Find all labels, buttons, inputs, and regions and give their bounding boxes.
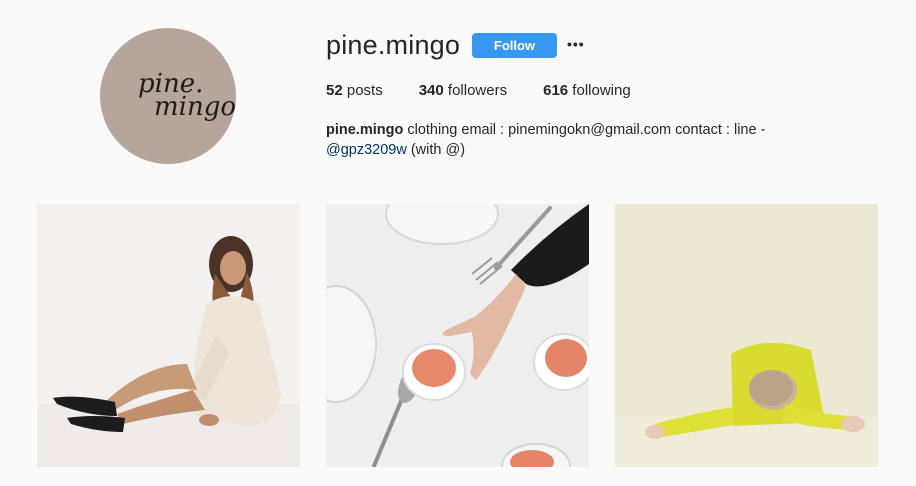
post-thumbnail-2[interactable] — [326, 204, 589, 467]
profile-avatar[interactable]: pine. mingo — [100, 28, 236, 164]
profile-bio: pine.mingo clothing email : pinemingokn@… — [326, 120, 806, 160]
post-thumbnail-3[interactable] — [615, 204, 878, 467]
follow-button[interactable]: Follow — [472, 33, 557, 58]
yellow-sweater-photo — [615, 204, 878, 467]
bio-handle-link[interactable]: @gpz3209w — [326, 142, 407, 158]
posts-stat: 52 posts — [326, 82, 383, 99]
post-thumbnail-1[interactable] — [37, 204, 300, 467]
followers-stat[interactable]: 340 followers — [419, 82, 507, 99]
tea-cups-table-photo — [326, 204, 589, 467]
following-stat[interactable]: 616 following — [543, 82, 631, 99]
bio-name: pine.mingo — [326, 122, 404, 138]
woman-sitting-photo — [37, 204, 300, 467]
profile-stats: 52 posts 340 followers 616 following — [326, 82, 667, 99]
avatar-logo: pine. mingo — [138, 69, 237, 122]
bio-text: clothing email : pinemingokn@gmail.com c… — [403, 122, 766, 138]
bio-suffix: (with @) — [406, 142, 466, 158]
profile-username: pine.mingo — [326, 30, 461, 60]
more-options-icon[interactable]: ••• — [567, 36, 585, 52]
